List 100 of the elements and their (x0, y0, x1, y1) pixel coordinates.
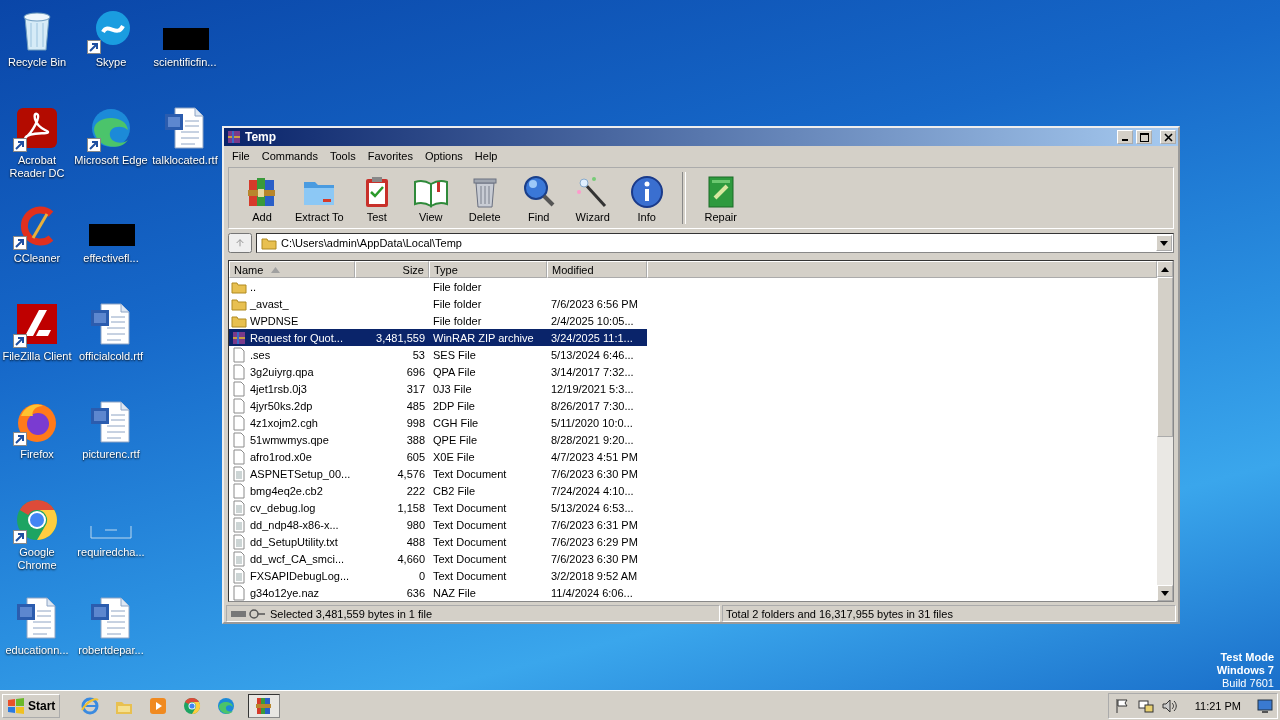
up-button[interactable] (228, 233, 252, 253)
desktop-icon-label[interactable]: Microsoft Edge (74, 154, 148, 167)
file-row[interactable]: cv_debug.log 1,158 Text Document 5/13/2024 6:53... (229, 499, 647, 516)
file-type: Text Document (433, 501, 507, 514)
file-row[interactable]: FXSAPIDebugLog... 0 Text Document 3/2/2018 9:52 AM (229, 567, 647, 584)
file-row[interactable]: 3g2uiyrg.qpa 696 QPA File 3/14/2017 7:32... (229, 363, 647, 380)
file-row[interactable]: 51wmwmys.qpe 388 QPE File 8/28/2021 9:20... (229, 431, 647, 448)
address-field[interactable]: C:\Users\admin\AppData\Local\Temp (256, 233, 1174, 253)
desktop-icon-label[interactable]: Google Chrome (0, 546, 74, 572)
show-desktop-icon[interactable] (1257, 697, 1273, 714)
file-row[interactable]: bmg4eq2e.cb2 222 CB2 File 7/24/2024 4:10... (229, 482, 647, 499)
file-row[interactable]: .. File folder (229, 278, 647, 295)
file-modified: 7/6/2023 6:29 PM (551, 535, 638, 548)
file-row[interactable]: WPDNSE File folder 2/4/2025 10:05... (229, 312, 647, 329)
file-icon (231, 397, 247, 414)
file-type: X0E File (433, 450, 475, 463)
menu-item[interactable]: Options (418, 149, 469, 162)
archive-icon (226, 129, 242, 145)
file-modified: 3/14/2017 7:32... (551, 365, 634, 378)
file-modified: 8/28/2021 9:20... (551, 433, 634, 446)
toolbar-button[interactable]: Add (237, 171, 287, 225)
menu-item[interactable]: Help (468, 149, 504, 162)
desktop-icon-label[interactable]: Recycle Bin (7, 56, 67, 69)
windows-flag-icon (7, 697, 25, 714)
file-modified: 4/7/2023 4:51 PM (551, 450, 638, 463)
browser-icon (216, 695, 237, 716)
column-header[interactable]: Type (429, 261, 547, 278)
file-row[interactable]: dd_SetupUtility.txt 488 Text Document 7/6/2023 6:29 PM (229, 533, 647, 550)
toolbar-button[interactable]: View (405, 171, 456, 225)
desktop-icon-label[interactable]: Acrobat Reader DC (0, 154, 74, 180)
minimize-button[interactable] (1117, 130, 1133, 144)
scroll-down-arrow-icon[interactable] (1161, 590, 1169, 596)
file-modified: 7/6/2023 6:30 PM (551, 552, 638, 565)
desktop-icon-label[interactable]: CCleaner (13, 252, 61, 265)
file-modified: 12/19/2021 5:3... (551, 382, 634, 395)
file-type: NAZ File (433, 586, 476, 599)
toolbar-button[interactable]: Extract To (291, 171, 348, 225)
file-row[interactable]: 4z1xojm2.cgh 998 CGH File 5/11/2020 10:0... (229, 414, 647, 431)
os-notice-text: Build 7601 (1222, 677, 1274, 690)
maximize-button[interactable] (1136, 130, 1152, 144)
file-modified: 8/26/2017 7:30... (551, 399, 634, 412)
menu-item[interactable]: Commands (255, 149, 324, 162)
file-row[interactable]: dd_ndp48-x86-x... 980 Text Document 7/6/2023 6:31 PM (229, 516, 647, 533)
menu-item[interactable]: Tools (324, 149, 362, 162)
file-size: 4,660 (397, 552, 425, 565)
file-row[interactable]: Request for Quot... 3,481,559 WinRAR ZIP archive 3/24/2025 11:1... (229, 329, 647, 346)
file-row[interactable]: afro1rod.x0e 605 X0E File 4/7/2023 4:51 PM (229, 448, 647, 465)
desktop-icon-label[interactable]: requiredcha... (77, 546, 145, 559)
file-row[interactable]: .ses 53 SES File 5/13/2024 6:46... (229, 346, 647, 363)
file-row[interactable]: ASPNETSetup_00... 4,576 Text Document 7/6/2023 6:30 PM (229, 465, 647, 482)
file-name: FXSAPIDebugLog... (250, 569, 350, 582)
toolbar-button[interactable]: Delete (459, 171, 510, 225)
desktop-icon-label[interactable]: Skype (95, 56, 127, 69)
desktop-icon-label[interactable]: officialcold.rtf (79, 350, 143, 363)
maximize-icon (1139, 132, 1149, 142)
file-name: 4jyr50ks.2dp (250, 399, 313, 412)
close-icon (1163, 132, 1173, 142)
column-header[interactable]: Modified (547, 261, 647, 278)
toolbar-button[interactable]: Repair (695, 171, 746, 225)
file-size: 488 (406, 535, 425, 548)
toolbar-button[interactable]: Find (513, 171, 564, 225)
desktop-icon-label[interactable]: FileZilla Client (2, 350, 72, 363)
close-button[interactable] (1160, 130, 1176, 144)
file-row[interactable]: 4jet1rsb.0j3 317 0J3 File 12/19/2021 5:3... (229, 380, 647, 397)
column-header[interactable]: Size (355, 261, 429, 278)
desktop-icon-label[interactable]: effectivefl... (83, 252, 139, 265)
clock[interactable]: 11:21 PM (1194, 699, 1241, 712)
file-row[interactable]: _avast_ File folder 7/6/2023 6:56 PM (229, 295, 647, 312)
file-modified: 7/6/2023 6:30 PM (551, 467, 638, 480)
file-name: Request for Quot... (250, 331, 343, 344)
file-modified: 7/6/2023 6:31 PM (551, 518, 638, 531)
desktop-icon-label[interactable]: picturenc.rtf (82, 448, 140, 461)
menu-item[interactable]: Favorites (361, 149, 419, 162)
file-modified: 2/4/2025 10:05... (551, 314, 634, 327)
toolbar-button[interactable]: Test (351, 171, 402, 225)
desktop-icon-label[interactable]: Firefox (20, 448, 54, 461)
desktop-icon-label[interactable]: talklocated.rtf (152, 154, 218, 167)
toolbar-button[interactable]: Info (621, 171, 672, 225)
file-row[interactable]: 4jyr50ks.2dp 485 2DP File 8/26/2017 7:30... (229, 397, 647, 414)
file-icon (231, 448, 247, 465)
file-row[interactable]: dd_wcf_CA_smci... 4,660 Text Document 7/6/2023 6:30 PM (229, 550, 647, 567)
file-name: g34o12ye.naz (250, 586, 320, 599)
file-type: Text Document (433, 569, 507, 582)
file-icon (231, 346, 247, 363)
column-header[interactable]: Name (229, 261, 355, 278)
file-size: 0 (418, 569, 425, 582)
archive-icon (231, 329, 247, 346)
file-name: WPDNSE (250, 314, 299, 327)
file-name: 3g2uiyrg.qpa (250, 365, 314, 378)
start-button[interactable]: Start (2, 693, 61, 718)
dropdown-button[interactable] (1156, 235, 1172, 251)
toolbar-button[interactable]: Wizard (567, 171, 618, 225)
file-modified: 7/24/2024 4:10... (551, 484, 634, 497)
file-row[interactable]: g34o12ye.naz 636 NAZ File 11/4/2024 6:06... (229, 584, 647, 601)
file-icon (231, 414, 247, 431)
desktop-icon-label[interactable]: scientificfin... (153, 56, 217, 69)
scroll-up-arrow-icon[interactable] (1161, 266, 1169, 272)
scrollbar[interactable] (1157, 261, 1173, 601)
taskbar-button[interactable] (248, 693, 281, 718)
menu-item[interactable]: File (226, 149, 256, 162)
